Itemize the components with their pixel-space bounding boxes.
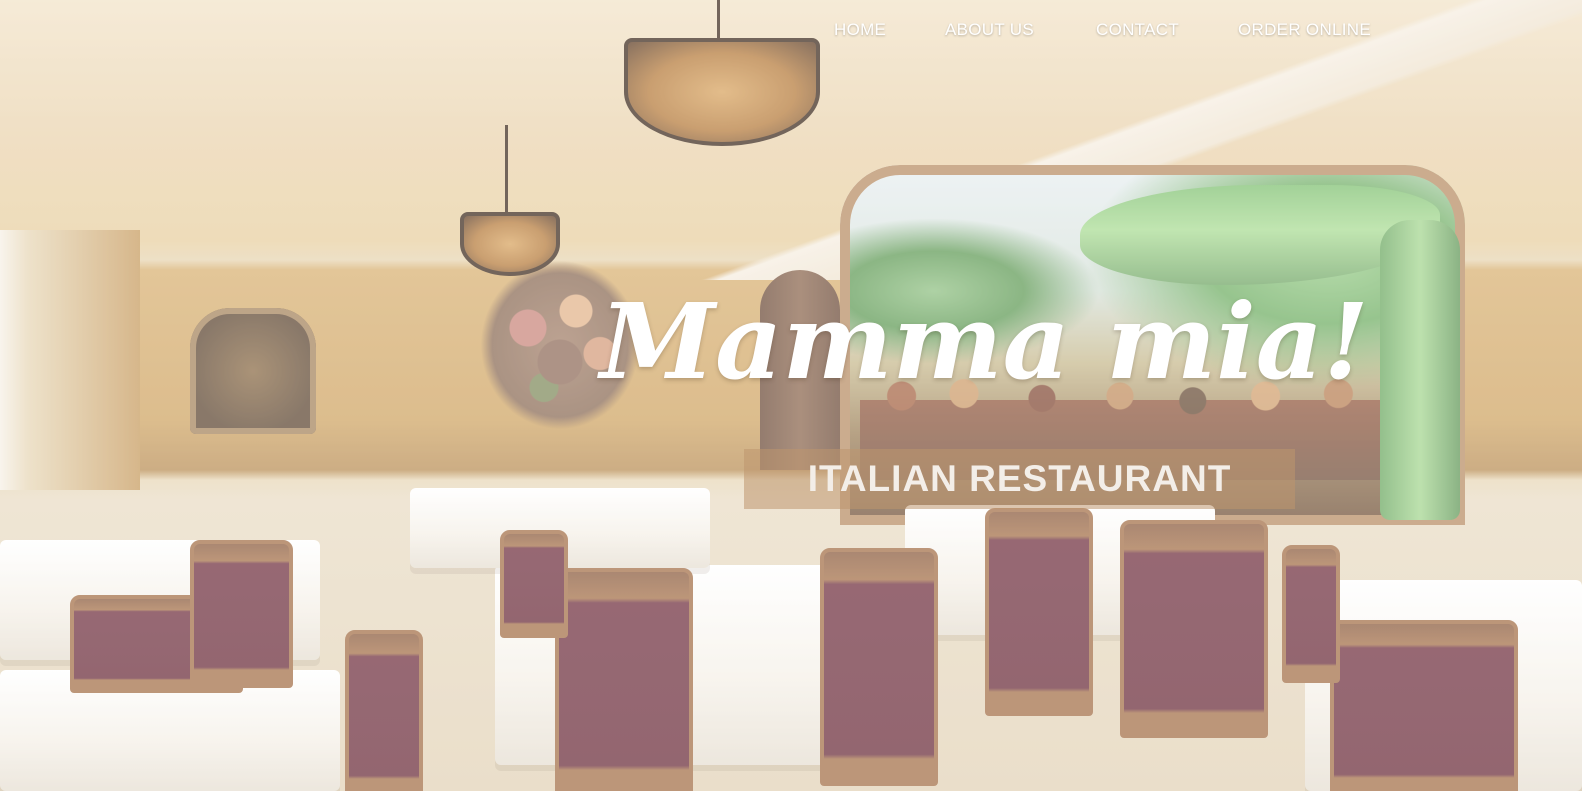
nav-about-us-link[interactable]: ABOUT US — [945, 16, 1034, 44]
hero-subtitle: ITALIAN RESTAURANT — [807, 458, 1232, 499]
nav-order-online-link[interactable]: ORDER ONLINE — [1238, 16, 1371, 44]
hero-section: HOME ABOUT US CONTACT ORDER ONLINE Mamma… — [0, 0, 1582, 791]
nav-contact-link[interactable]: CONTACT — [1096, 16, 1179, 44]
nav-home-link[interactable]: HOME — [834, 16, 886, 44]
hero-title: Mamma mia! — [600, 280, 1369, 403]
main-nav: HOME ABOUT US CONTACT ORDER ONLINE — [0, 16, 1582, 44]
